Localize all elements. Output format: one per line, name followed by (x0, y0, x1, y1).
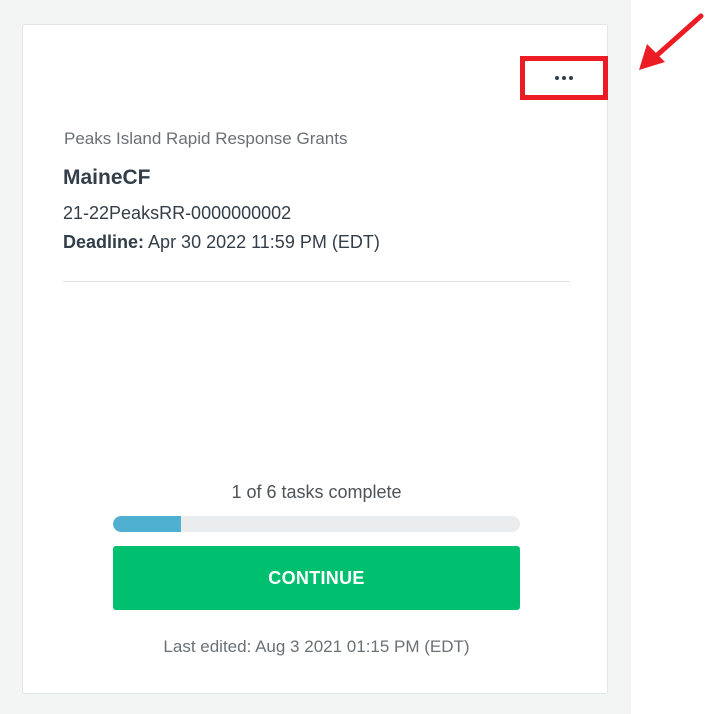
deadline-value: Apr 30 2022 11:59 PM (EDT) (148, 232, 380, 252)
divider (63, 281, 570, 282)
deadline-label: Deadline: (63, 232, 145, 252)
progress-bar (113, 516, 520, 532)
ellipsis-dot (562, 76, 566, 80)
ellipsis-dot (569, 76, 573, 80)
program-name: Peaks Island Rapid Response Grants (64, 129, 348, 148)
tasks-progress-text: 1 of 6 tasks complete (231, 482, 402, 502)
ellipsis-dot (555, 76, 559, 80)
deadline: Deadline: Apr 30 2022 11:59 PM (EDT) (63, 232, 380, 253)
red-arrow-icon (639, 13, 704, 70)
progress-bar-fill (113, 516, 181, 532)
page: Peaks Island Rapid Response Grants Maine… (0, 0, 705, 714)
organization-name: MaineCF (63, 166, 151, 189)
continue-button[interactable]: CONTINUE (113, 546, 520, 610)
application-card: Peaks Island Rapid Response Grants Maine… (22, 24, 608, 694)
more-options-button[interactable] (520, 56, 608, 100)
ellipsis-icon (555, 76, 573, 80)
last-edited-text: Last edited: Aug 3 2021 01:15 PM (EDT) (163, 637, 470, 656)
application-id: 21-22PeaksRR-0000000002 (63, 203, 292, 223)
